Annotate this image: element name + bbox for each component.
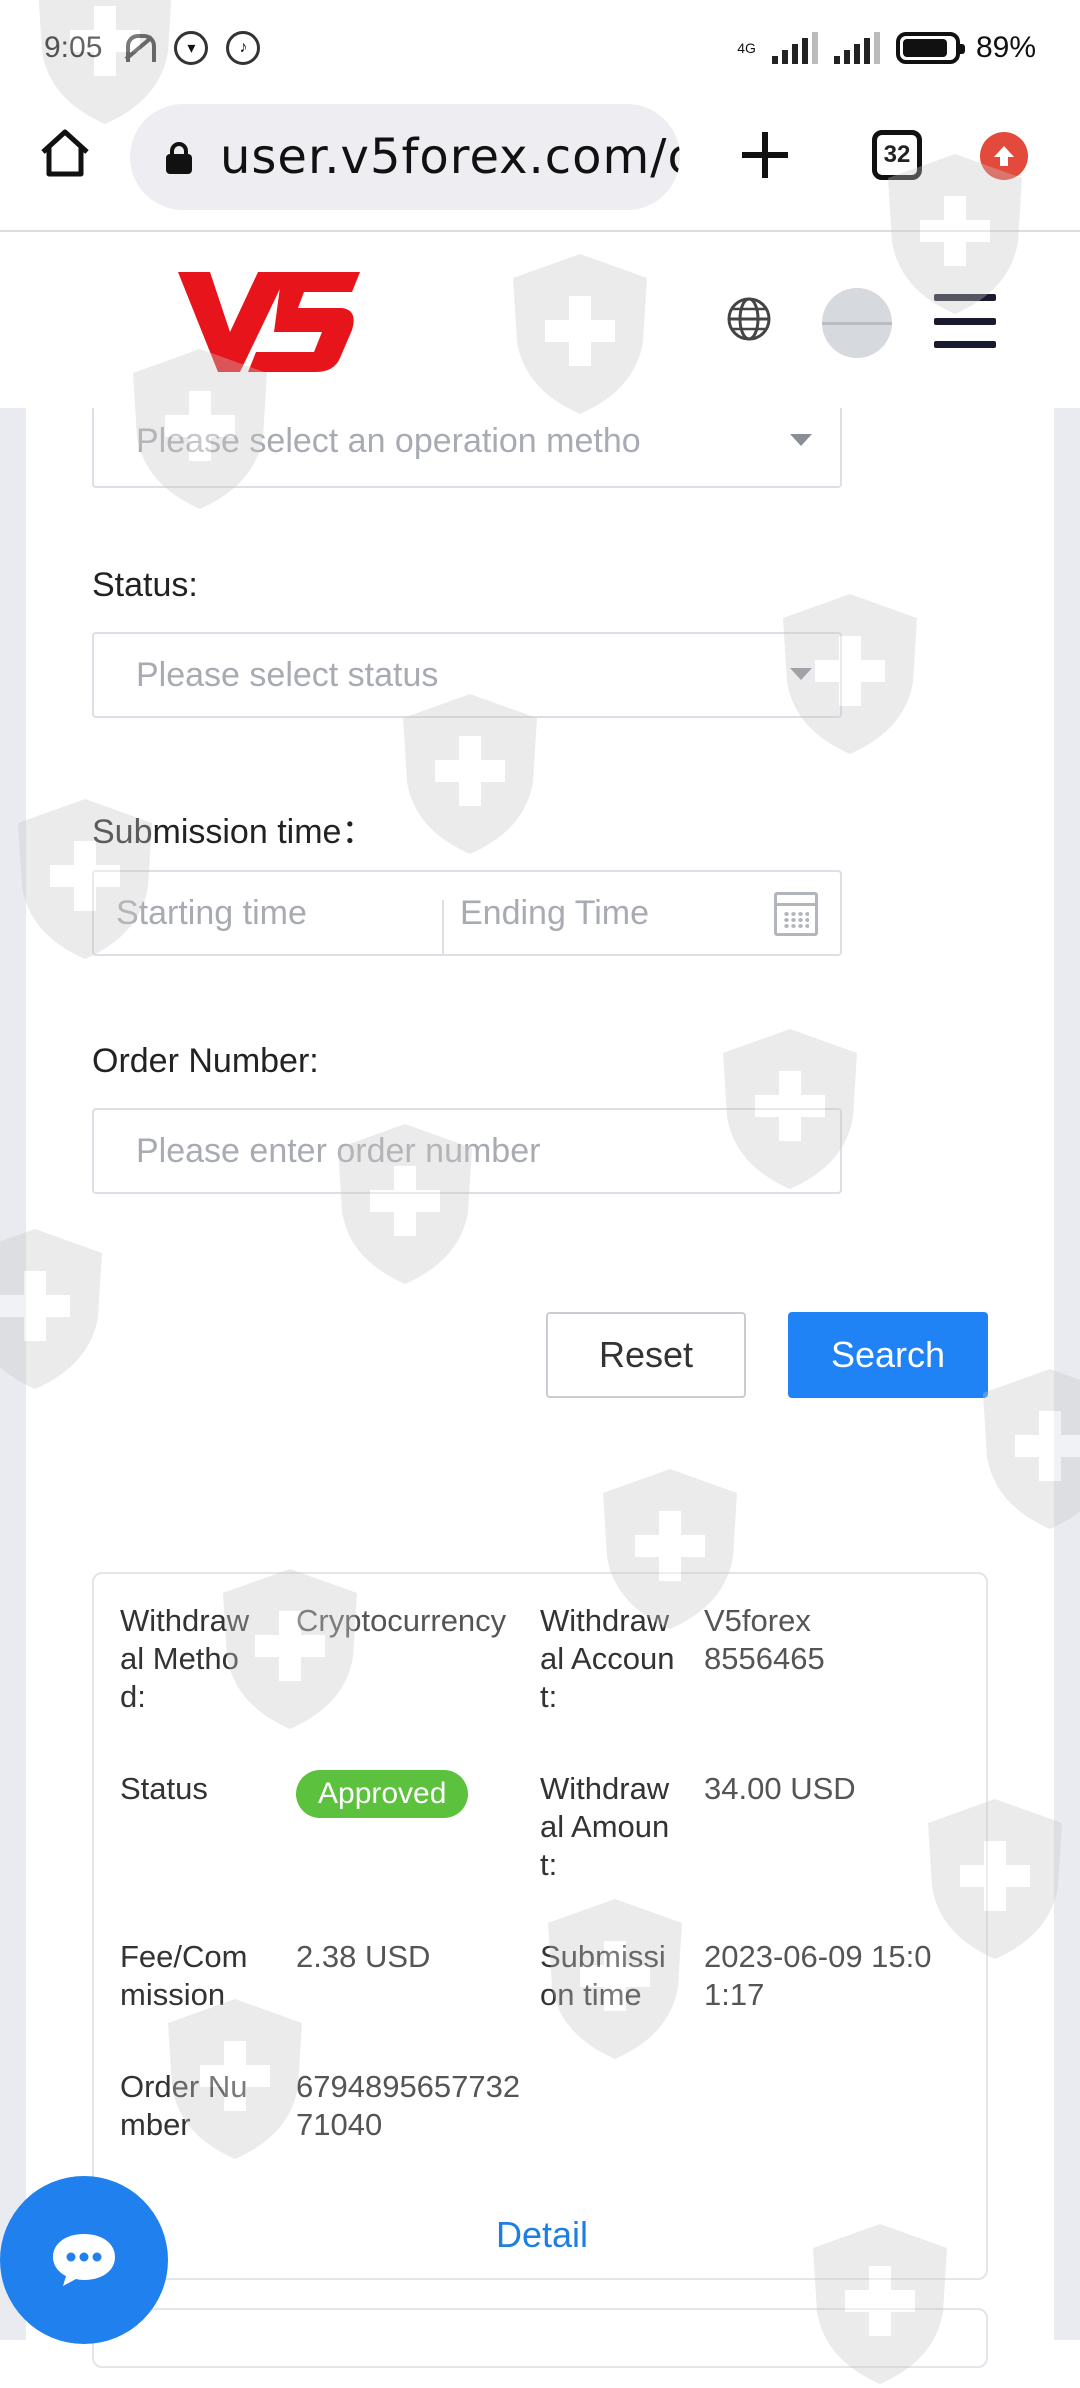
submission-time-field-label: Submission time: [540, 1939, 666, 2012]
withdrawal-method-value: Cryptocurrency: [296, 1603, 507, 1638]
fee-commission-label: Fee/Commission: [120, 1939, 248, 2012]
order-number-placeholder: Please enter order number: [136, 1131, 541, 1170]
globe-icon[interactable]: [726, 296, 772, 342]
order-number-label: Order Number:: [92, 1042, 319, 1080]
status-label: Status:: [92, 566, 198, 604]
muted-bell-icon: [120, 30, 157, 66]
submission-time-label: Submission time：: [92, 813, 376, 851]
status-badge: Approved: [296, 1770, 469, 1818]
address-bar[interactable]: user.v5forex.com/c: [130, 104, 680, 210]
withdrawal-method-label: Withdrawal Method:: [120, 1603, 250, 1714]
page-background: Please select an operation metho Status:…: [0, 394, 1080, 2368]
calendar-icon[interactable]: [774, 892, 818, 936]
new-tab-icon[interactable]: [740, 130, 790, 180]
chat-bubble-icon: [53, 2234, 115, 2286]
order-number-value: 679489565773271040: [296, 2069, 521, 2142]
status-bar: 9:05 ▾ ♪ 4G 89%: [0, 0, 1080, 96]
submission-time-range[interactable]: Starting time Ending Time: [92, 870, 842, 956]
app-notification-icon: ▾: [174, 31, 209, 65]
reset-button[interactable]: Reset: [546, 1312, 746, 1398]
network-type: 4G: [737, 40, 756, 56]
end-time-input[interactable]: Ending Time: [460, 894, 649, 933]
operation-method-select[interactable]: Please select an operation metho: [92, 394, 842, 488]
chevron-down-icon: [790, 434, 812, 446]
withdrawal-account-value: V5forex 8556465: [704, 1603, 825, 1676]
tiktok-notification-icon: ♪: [226, 31, 261, 65]
withdrawal-account-label: Withdrawal Account:: [540, 1603, 675, 1714]
withdrawal-amount-label: Withdrawal Amount:: [540, 1771, 670, 1882]
signal-icon-2: [833, 32, 880, 64]
url-text: user.v5forex.com/c: [220, 129, 680, 185]
status-field-label: Status: [120, 1771, 208, 1806]
site-header: [0, 234, 1080, 408]
tab-switcher-button[interactable]: 32: [872, 130, 922, 180]
signal-icon: [771, 32, 818, 64]
next-record-card: [92, 2308, 988, 2368]
v5-logo[interactable]: [178, 270, 360, 374]
order-number-field-label: Order Number: [120, 2069, 248, 2142]
battery-icon: [895, 32, 965, 64]
chat-support-button[interactable]: [0, 2176, 168, 2344]
update-icon[interactable]: [980, 132, 1028, 180]
avatar[interactable]: [822, 288, 892, 358]
browser-toolbar: user.v5forex.com/c 32: [0, 96, 1080, 232]
hamburger-menu-icon[interactable]: [934, 294, 996, 348]
battery-percent: 89%: [975, 31, 1036, 64]
search-button[interactable]: Search: [788, 1312, 988, 1398]
status-select[interactable]: Please select status: [92, 632, 842, 718]
fee-commission-value: 2.38 USD: [296, 1939, 431, 1974]
withdrawal-amount-value: 34.00 USD: [704, 1771, 856, 1806]
home-icon[interactable]: [38, 126, 92, 180]
range-separator: [442, 900, 444, 956]
submission-time-value: 2023-06-09 15:01:17: [704, 1939, 932, 2012]
withdrawal-record-card: Withdrawal Method: Cryptocurrency Withdr…: [92, 1572, 988, 2280]
chevron-down-icon: [790, 668, 812, 680]
status-placeholder: Please select status: [136, 655, 439, 694]
lock-icon: [166, 142, 192, 174]
order-number-input[interactable]: Please enter order number: [92, 1108, 842, 1194]
withdrawal-records-panel: Please select an operation metho Status:…: [26, 394, 1054, 2368]
status-time: 9:05: [44, 31, 103, 64]
detail-link[interactable]: Detail: [94, 2214, 990, 2256]
start-time-input[interactable]: Starting time: [116, 894, 307, 933]
operation-method-placeholder: Please select an operation metho: [136, 421, 641, 460]
